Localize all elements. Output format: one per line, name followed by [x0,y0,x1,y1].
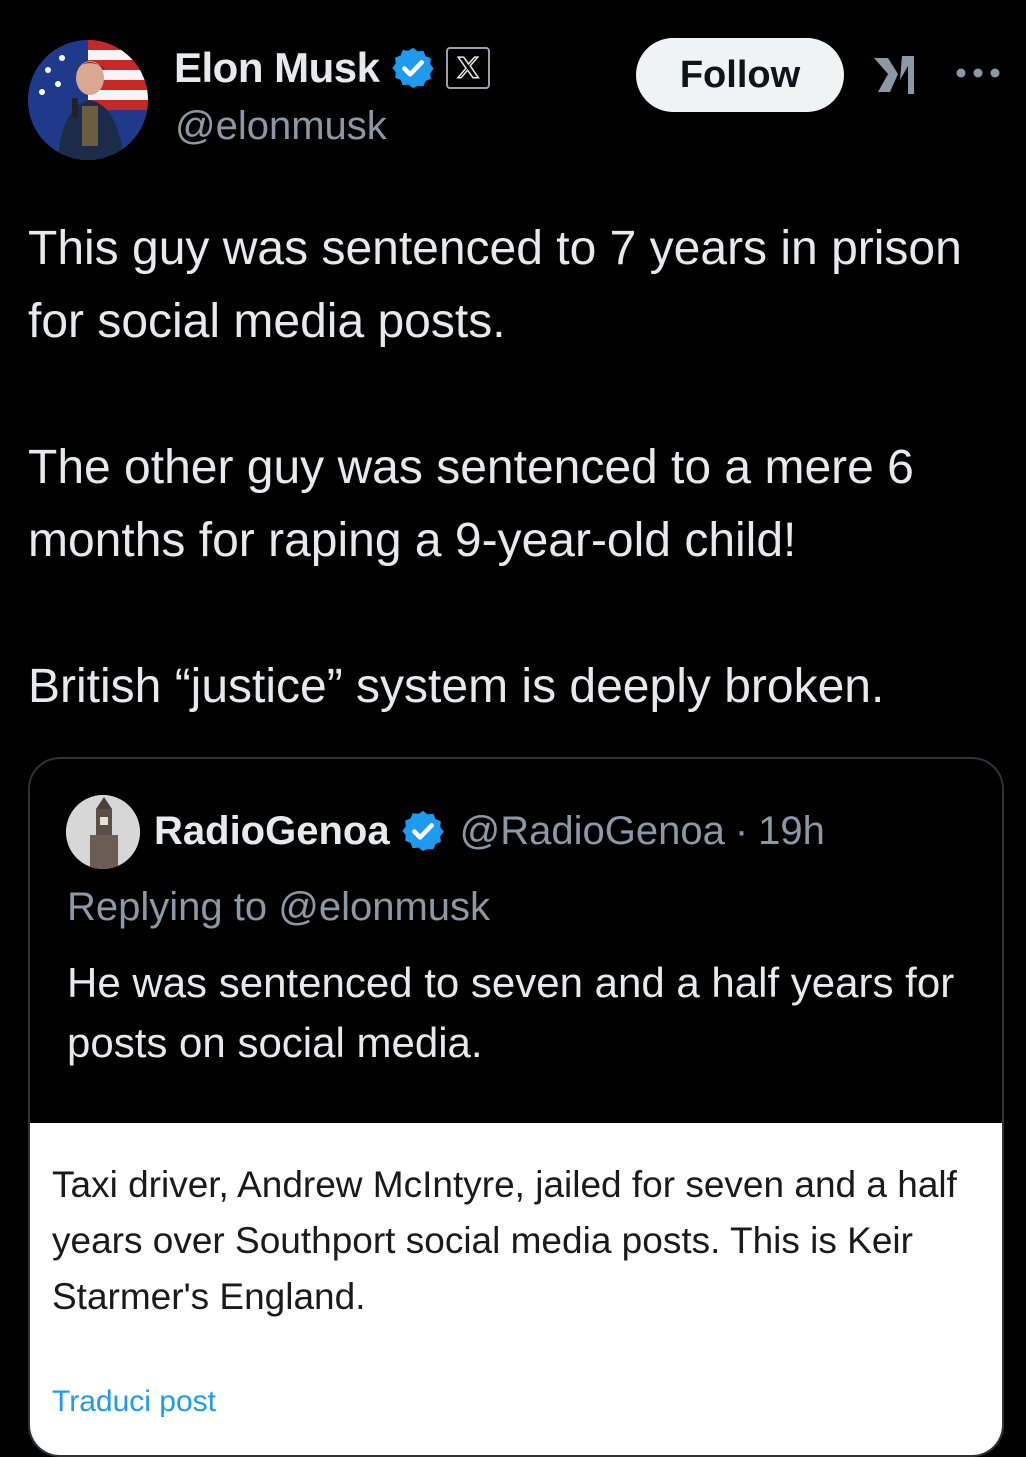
translate-link[interactable]: Traduci post [52,1385,216,1419]
follow-button[interactable]: Follow [636,38,844,112]
quote-timestamp[interactable]: 19h [758,809,825,854]
grok-icon[interactable] [872,52,922,98]
quote-separator: · [734,808,749,853]
replying-to[interactable]: Replying to @elonmusk [67,885,490,930]
avatar-image [28,40,148,160]
verified-badge-icon[interactable] [390,45,436,91]
quote-text: He was sentenced to seven and a half yea… [67,959,955,1066]
quote-image[interactable]: Taxi driver, Andrew McIntyre, jailed for… [30,1123,1002,1455]
x-affiliate-icon[interactable] [445,47,490,89]
more-icon[interactable] [953,58,1003,88]
post-text: This guy was sentenced to 7 years in pri… [28,222,962,713]
quote-image-text: Taxi driver, Andrew McIntyre, jailed for… [52,1164,957,1317]
quoted-post[interactable]: RadioGenoa @RadioGenoa · 19h Replying to… [28,757,1004,1457]
author-name-row: Elon Musk [174,44,490,92]
quote-avatar[interactable] [66,795,140,869]
author-handle[interactable]: @elonmusk [175,104,387,149]
quote-author-name[interactable]: RadioGenoa [154,809,390,854]
verified-badge-icon[interactable] [400,808,446,854]
author-name[interactable]: Elon Musk [174,44,380,92]
quote-header: RadioGenoa @RadioGenoa · 19h [154,803,825,859]
quote-author-handle[interactable]: @RadioGenoa [460,809,725,854]
author-avatar[interactable] [28,40,148,160]
